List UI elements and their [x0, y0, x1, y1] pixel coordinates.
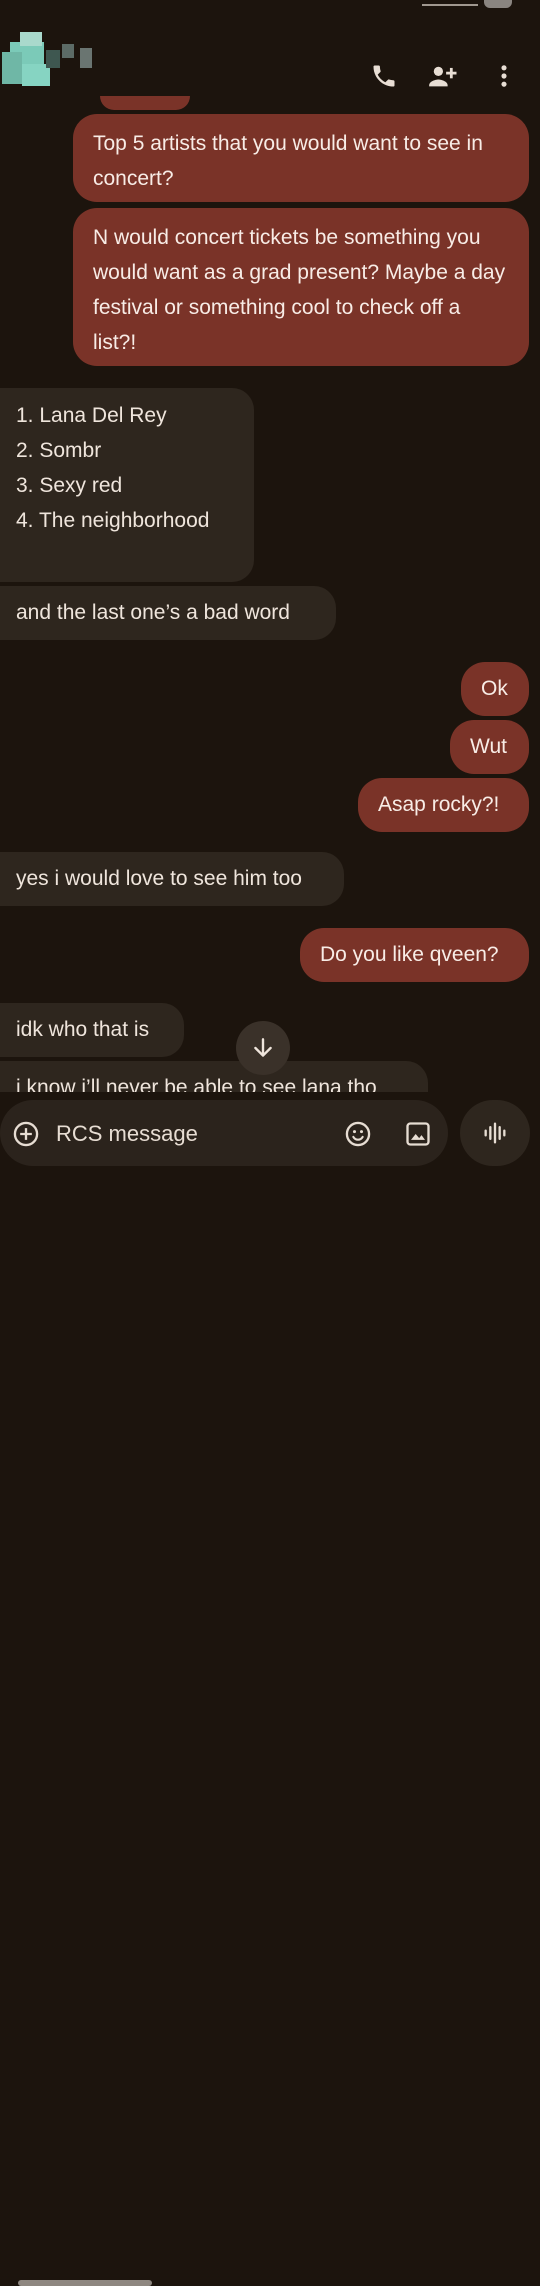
message-bubble[interactable]: N would concert tickets be something you…	[73, 208, 529, 366]
message-bubble[interactable]: Do you like qveen?	[300, 928, 529, 982]
message-text: idk who that is	[16, 1018, 150, 1041]
list-item: 1. Lana Del Rey	[16, 404, 167, 427]
message-list[interactable]: Top 5 artists that you would want to see…	[0, 0, 540, 1092]
list-item: 4. The neighborhood	[16, 509, 210, 532]
voice-waveform-icon	[484, 1122, 506, 1144]
message-input-placeholder: RCS message	[56, 1121, 198, 1146]
add-circle-icon[interactable]	[12, 1120, 40, 1148]
arrow-down-icon	[254, 1038, 272, 1057]
message-composer: RCS message	[0, 1092, 540, 2286]
scroll-to-bottom-button[interactable]	[236, 1021, 290, 1075]
message-bubble-tail	[100, 96, 190, 110]
message-text: yes i would love to see him too	[16, 867, 302, 890]
home-indicator[interactable]	[18, 2280, 152, 2286]
message-bubble[interactable]: and the last one’s a bad word	[0, 586, 336, 640]
message-input[interactable]: RCS message	[0, 1100, 448, 1166]
message-text: Asap rocky?!	[378, 793, 500, 816]
message-bubble[interactable]: Wut	[450, 720, 529, 774]
message-bubble[interactable]: yes i would love to see him too	[0, 852, 344, 906]
message-text: Ok	[481, 677, 508, 700]
message-bubble[interactable]: 1. Lana Del Rey 2. Sombr 3. Sexy red 4. …	[0, 388, 254, 582]
emoji-icon[interactable]	[344, 1120, 372, 1148]
message-text: i know i’ll never be able to see lana th…	[16, 1076, 377, 1092]
message-bubble[interactable]: Top 5 artists that you would want to see…	[73, 114, 529, 202]
message-text: N would concert tickets be something you…	[93, 226, 506, 354]
message-bubble[interactable]: Asap rocky?!	[358, 778, 529, 832]
message-bubble[interactable]: i know i’ll never be able to see lana th…	[0, 1061, 428, 1092]
message-text: Top 5 artists that you would want to see…	[93, 132, 483, 190]
voice-message-button[interactable]	[460, 1100, 530, 1166]
message-bubble[interactable]: Ok	[461, 662, 529, 716]
message-bubble[interactable]: idk who that is	[0, 1003, 184, 1057]
message-text: and the last one’s a bad word	[16, 601, 290, 624]
gallery-icon[interactable]	[404, 1120, 432, 1148]
list-item: 2. Sombr	[16, 439, 102, 462]
list-item: 3. Sexy red	[16, 474, 123, 497]
message-text: Wut	[470, 735, 507, 758]
message-text: Do you like qveen?	[320, 943, 499, 966]
